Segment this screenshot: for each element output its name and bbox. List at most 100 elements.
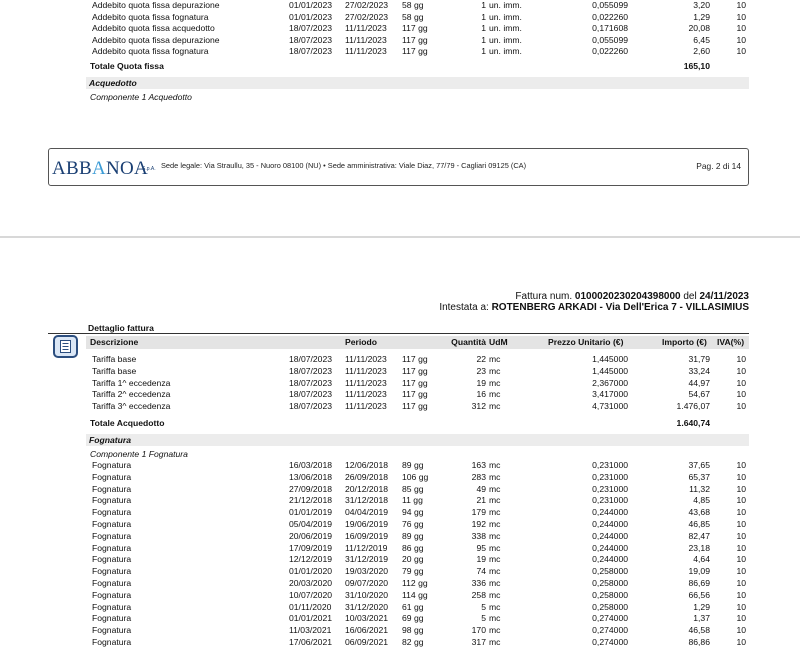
- cell-vat: 10: [736, 365, 746, 376]
- cell-period-from: 01/01/2020: [289, 566, 333, 577]
- invoice-del: del: [683, 291, 697, 302]
- cell-quantity: 22: [476, 354, 486, 364]
- table-row: Fognatura 01/01/2021 10/03/2021 69 gg 5 mc 0,2…: [0, 612, 800, 624]
- cell-description: Fognatura: [92, 483, 132, 494]
- cell-vat: 10: [736, 401, 746, 412]
- col-header-unit-price: Prezzo Unitario (€): [548, 337, 624, 347]
- cell-days: 117 gg: [402, 46, 428, 57]
- cell-vat: 10: [736, 0, 746, 10]
- cell-period-from: 16/03/2018: [289, 460, 333, 470]
- cell-udm: un. imm.: [489, 11, 522, 22]
- cell-description: Tariffa base: [92, 354, 137, 364]
- cell-period-to: 16/06/2021: [345, 625, 389, 636]
- cell-unit-price: 0,258000: [592, 589, 628, 600]
- cell-period-from: 20/06/2019: [289, 530, 333, 541]
- col-header-amount: Importo (€): [662, 337, 707, 347]
- cell-unit-price: 0,022260: [592, 11, 628, 22]
- cell-quantity: 5: [481, 613, 486, 624]
- cell-quantity: 258: [471, 589, 486, 600]
- cell-amount: 2,60: [693, 46, 710, 57]
- detail-title: Dettaglio fattura: [88, 323, 154, 333]
- cell-description: Addebito quota fissa acquedotto: [92, 23, 215, 34]
- cell-description: Fognatura: [92, 507, 132, 518]
- cell-period-to: 19/03/2020: [345, 566, 389, 577]
- cell-udm: mc: [489, 554, 501, 565]
- cell-vat: 10: [736, 613, 746, 624]
- invoice-holder-line: Intestata a: ROTENBERG ARKADI - Via Dell…: [439, 302, 749, 313]
- table-row: Fognatura 20/06/2019 16/09/2019 89 gg 338 mc 0…: [0, 530, 800, 542]
- cell-description: Fognatura: [92, 471, 132, 482]
- cell-period-to: 11/11/2023: [345, 354, 387, 364]
- cell-quantity: 1: [481, 23, 486, 34]
- cell-days: 11 gg: [402, 495, 423, 506]
- cell-description: Fognatura: [92, 625, 132, 636]
- invoice-number: 0100020230204398000: [574, 291, 681, 302]
- cell-days: 106 gg: [402, 471, 429, 482]
- cell-vat: 10: [736, 354, 746, 364]
- cell-vat: 10: [736, 530, 746, 541]
- col-header-description: Descrizione: [90, 337, 139, 347]
- cell-period-to: 04/04/2019: [345, 507, 389, 518]
- cell-period-from: 18/07/2023: [289, 34, 333, 45]
- cell-amount: 23,18: [688, 542, 710, 553]
- col-header-period: Periodo: [345, 337, 377, 347]
- cell-quantity: 1: [481, 11, 486, 22]
- total-value: 1.640,74: [676, 418, 710, 428]
- cell-description: Fognatura: [92, 613, 132, 624]
- cell-days: 112 gg: [402, 578, 428, 588]
- cell-description: Fognatura: [92, 601, 132, 612]
- cell-vat: 10: [736, 495, 746, 506]
- cell-quantity: 23: [476, 365, 486, 376]
- table-row: Fognatura 12/12/2019 31/12/2019 20 gg 19 mc 0,…: [0, 553, 800, 565]
- cell-udm: mc: [489, 625, 501, 636]
- cell-amount: 4,85: [693, 495, 710, 506]
- cell-days: 94 gg: [402, 507, 424, 518]
- cell-quantity: 16: [476, 389, 486, 400]
- cell-days: 69 gg: [402, 613, 424, 624]
- cell-days: 86 gg: [402, 542, 424, 553]
- cell-vat: 10: [736, 34, 746, 45]
- cell-period-to: 27/02/2023: [345, 0, 389, 10]
- cell-amount: 1,29: [693, 11, 710, 22]
- table-row: Fognatura 27/09/2018 20/12/2018 85 gg 49 mc 0,…: [0, 483, 800, 495]
- cell-udm: mc: [489, 613, 501, 624]
- cell-amount: 66,56: [688, 589, 710, 600]
- cell-days: 98 gg: [402, 625, 424, 636]
- col-header-quantity: Quantità: [451, 337, 486, 347]
- cell-days: 117 gg: [402, 365, 428, 376]
- cell-udm: mc: [489, 542, 501, 553]
- table-row: Tariffa 2^ eccedenza 18/07/2023 11/11/2023…: [0, 388, 800, 400]
- table-row: Addebito quota fissa fognatura 01/01/2023…: [0, 11, 800, 23]
- cell-quantity: 1: [481, 0, 486, 10]
- invoice-prefix: Fattura num.: [515, 291, 573, 302]
- cell-period-from: 01/01/2023: [289, 11, 333, 22]
- cell-quantity: 21: [476, 495, 486, 506]
- cell-unit-price: 3,417000: [592, 389, 628, 400]
- cell-days: 61 gg: [402, 601, 424, 612]
- cell-amount: 33,24: [688, 365, 710, 376]
- cell-udm: mc: [489, 377, 501, 388]
- cell-description: Fognatura: [92, 566, 132, 577]
- cell-quantity: 1: [481, 46, 486, 57]
- cell-amount: 11,32: [689, 483, 710, 494]
- table-row: Tariffa base 18/07/2023 11/11/2023 117 gg 22…: [0, 353, 800, 365]
- page-number: Pag. 2 di 14: [696, 161, 741, 171]
- cell-period-from: 27/09/2018: [289, 483, 333, 494]
- cell-description: Tariffa 1^ eccedenza: [92, 377, 171, 388]
- cell-quantity: 95: [476, 542, 486, 553]
- cell-unit-price: 0,244000: [592, 507, 628, 518]
- cell-period-to: 31/10/2020: [345, 589, 389, 600]
- cell-description: Fognatura: [92, 530, 132, 541]
- cell-description: Fognatura: [92, 589, 132, 600]
- cell-amount: 44,97: [688, 377, 710, 388]
- cell-udm: mc: [489, 483, 501, 494]
- cell-udm: mc: [489, 637, 501, 647]
- cell-unit-price: 0,231000: [592, 495, 628, 506]
- cell-unit-price: 0,231000: [592, 471, 628, 482]
- cell-amount: 86,69: [688, 578, 710, 588]
- cell-unit-price: 0,258000: [592, 601, 628, 612]
- cell-days: 117 gg: [402, 354, 428, 364]
- cell-unit-price: 0,171608: [592, 23, 628, 34]
- cell-udm: mc: [489, 601, 501, 612]
- cell-description: Tariffa 2^ eccedenza: [92, 389, 171, 400]
